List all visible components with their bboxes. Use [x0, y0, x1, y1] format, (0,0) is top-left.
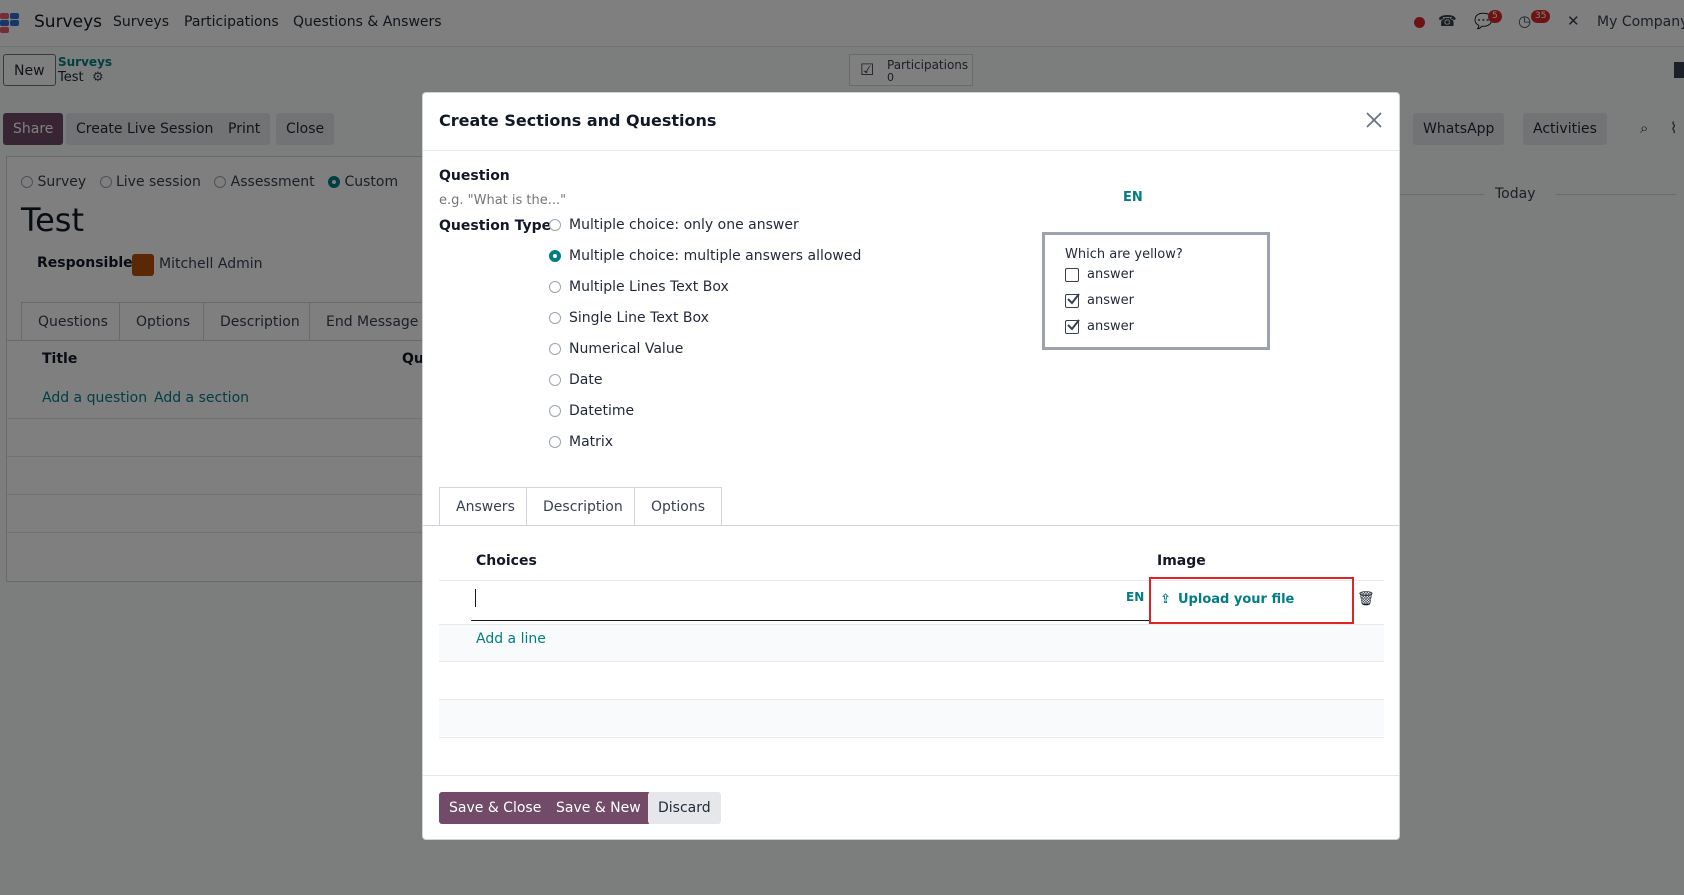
- image-header: Image: [1157, 553, 1206, 569]
- dialog-title: Create Sections and Questions: [439, 111, 717, 130]
- dialog-footer: Save & Close Save & New Discard: [423, 775, 1399, 842]
- radio-question-type[interactable]: Multiple Lines Text Box: [549, 279, 729, 295]
- checkbox-checked-icon: [1065, 318, 1080, 334]
- add-line-link[interactable]: Add a line: [476, 631, 546, 647]
- radio-question-type[interactable]: Single Line Text Box: [549, 310, 709, 326]
- choice-lang-button[interactable]: EN: [1126, 590, 1144, 604]
- upload-file-button[interactable]: Upload your file: [1178, 592, 1294, 607]
- radio-question-type[interactable]: Date: [549, 372, 602, 388]
- radio-question-type[interactable]: Multiple choice: only one answer: [549, 217, 799, 233]
- save-close-button[interactable]: Save & Close: [439, 792, 552, 824]
- preview-question: Which are yellow?: [1065, 247, 1183, 262]
- question-input[interactable]: [437, 189, 1093, 211]
- radio-question-type[interactable]: Numerical Value: [549, 341, 683, 357]
- choice-input-caret: [475, 589, 476, 607]
- dialog-header: Create Sections and Questions: [423, 93, 1399, 151]
- preview-answer: answer: [1065, 318, 1134, 334]
- question-label: Question: [439, 168, 510, 184]
- radio-question-type[interactable]: Matrix: [549, 434, 613, 450]
- upload-icon[interactable]: ⇪: [1160, 592, 1171, 607]
- choices-header: Choices: [476, 553, 537, 569]
- add-line-row: [439, 625, 1384, 661]
- tab-options[interactable]: Options: [634, 487, 723, 525]
- checkbox-checked-icon: [1065, 292, 1080, 308]
- question-preview: Which are yellow? answer answer answer: [1042, 232, 1270, 350]
- trash-icon[interactable]: 🗑: [1357, 591, 1375, 607]
- close-icon[interactable]: [1363, 109, 1385, 131]
- empty-row: [439, 700, 1384, 736]
- question-lang-button[interactable]: EN: [1123, 190, 1143, 205]
- preview-answer: answer: [1065, 267, 1134, 282]
- tab-description[interactable]: Description: [526, 487, 640, 525]
- radio-question-type[interactable]: Datetime: [549, 403, 634, 419]
- radio-question-type[interactable]: Multiple choice: multiple answers allowe…: [549, 248, 861, 264]
- save-new-button[interactable]: Save & New: [546, 792, 651, 824]
- choice-input[interactable]: [471, 620, 1150, 621]
- preview-answer: answer: [1065, 292, 1134, 308]
- tab-answers[interactable]: Answers: [439, 487, 532, 526]
- checkbox-unchecked-icon: [1065, 267, 1079, 282]
- question-type-label: Question Type: [439, 218, 552, 234]
- discard-button[interactable]: Discard: [648, 792, 721, 824]
- create-question-dialog: Create Sections and Questions Question E…: [422, 92, 1400, 840]
